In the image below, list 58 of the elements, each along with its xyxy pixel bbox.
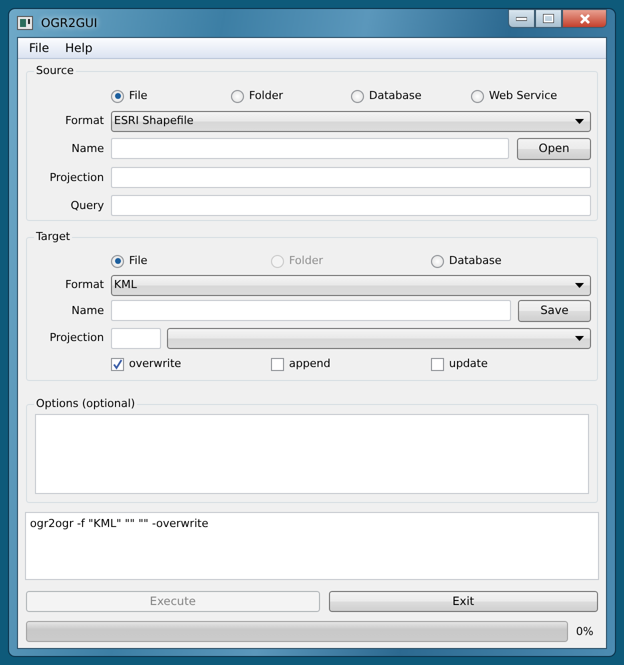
close-button[interactable] bbox=[562, 9, 607, 28]
dropdown-arrow-icon bbox=[575, 336, 584, 340]
radio-button[interactable] bbox=[471, 90, 484, 102]
dropdown-value: ESRI Shapefile bbox=[114, 114, 194, 128]
radio-button[interactable] bbox=[431, 254, 444, 268]
minimize-icon bbox=[516, 16, 527, 20]
radio-button[interactable] bbox=[111, 90, 124, 102]
progress-percent: 0% bbox=[576, 624, 594, 638]
group-title: Options (optional) bbox=[34, 397, 138, 410]
action-button[interactable]: Exit bbox=[328, 591, 598, 612]
dropdown-value: KML bbox=[114, 278, 137, 292]
checkbox[interactable] bbox=[111, 358, 124, 370]
radio-label: File bbox=[129, 89, 148, 103]
radio-label: Folder bbox=[289, 254, 323, 268]
radio-button[interactable] bbox=[111, 254, 124, 268]
group-title: Target bbox=[34, 230, 72, 244]
app-icon bbox=[17, 16, 33, 30]
checkbox-label: append bbox=[289, 357, 330, 371]
minimize-button[interactable] bbox=[508, 9, 535, 28]
field-label: Name bbox=[70, 142, 104, 156]
radio-label: Folder bbox=[249, 89, 283, 103]
field-label: Projection bbox=[48, 170, 104, 184]
projection-code-field[interactable] bbox=[111, 328, 161, 348]
field-label: Format bbox=[64, 278, 104, 292]
field-label: Name bbox=[70, 304, 104, 318]
checkbox-label: update bbox=[449, 357, 488, 371]
format-dropdown[interactable]: KML bbox=[111, 274, 591, 296]
field-label: Query bbox=[70, 198, 104, 212]
radio-label: Database bbox=[449, 254, 502, 268]
close-icon bbox=[578, 14, 590, 24]
query-input-field[interactable] bbox=[111, 195, 591, 216]
dropdown-arrow-icon bbox=[575, 118, 584, 124]
projection-dropdown[interactable] bbox=[167, 328, 591, 348]
options-text-area[interactable] bbox=[35, 414, 589, 494]
radio-button[interactable] bbox=[231, 90, 244, 102]
group-title: Source bbox=[34, 64, 76, 78]
radio-label: Web Service bbox=[489, 89, 558, 103]
name-input-field[interactable] bbox=[111, 300, 511, 321]
save-button[interactable]: Save bbox=[518, 300, 591, 322]
field-label: Projection bbox=[48, 331, 104, 345]
window-title: OGR2GUI bbox=[41, 16, 98, 30]
name-input-field[interactable] bbox=[111, 138, 509, 159]
checkbox[interactable] bbox=[271, 358, 284, 370]
checkbox[interactable] bbox=[431, 358, 444, 370]
maximize-icon bbox=[543, 14, 554, 23]
radio-label: File bbox=[129, 254, 148, 268]
checkbox-label: overwrite bbox=[129, 357, 182, 371]
menu-item[interactable]: File bbox=[21, 40, 58, 56]
menu-item[interactable]: Help bbox=[57, 40, 100, 56]
radio-label: Database bbox=[369, 89, 422, 103]
open-button[interactable]: Open bbox=[517, 138, 591, 160]
format-dropdown[interactable]: ESRI Shapefile bbox=[111, 110, 591, 132]
maximize-button[interactable] bbox=[535, 9, 562, 28]
radio-button[interactable] bbox=[351, 90, 364, 102]
command-text-area[interactable]: ogr2ogr -f "KML" "" "" -overwrite bbox=[25, 512, 599, 580]
dropdown-arrow-icon bbox=[575, 282, 584, 288]
field-label: Format bbox=[64, 114, 104, 128]
projection-input-field[interactable] bbox=[111, 167, 591, 188]
